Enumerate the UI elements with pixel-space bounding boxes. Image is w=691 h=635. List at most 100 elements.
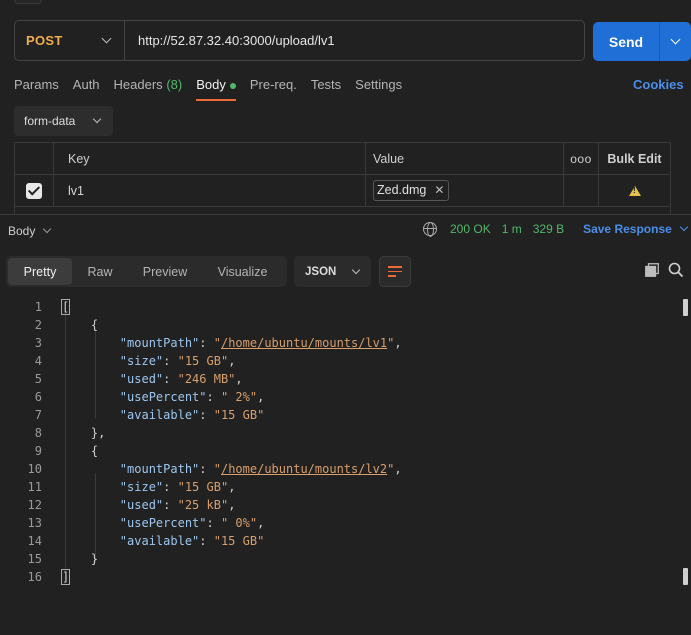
- save-response-button[interactable]: Save Response: [583, 222, 689, 236]
- response-section-select[interactable]: Body: [8, 224, 52, 238]
- enabled-checkbox[interactable]: [26, 182, 42, 199]
- chevron-down-icon: [92, 114, 102, 124]
- json-link[interactable]: /home/ubuntu/mounts/lv2: [221, 462, 387, 476]
- code-line: 4 "size": "15 GB",: [0, 352, 236, 370]
- header-check-cell: [15, 143, 54, 174]
- code-text: }: [62, 552, 99, 566]
- code-line: 2 {: [0, 316, 98, 334]
- send-options-button[interactable]: [660, 34, 691, 45]
- method-select[interactable]: POST: [15, 21, 125, 60]
- code-line: 1[: [0, 298, 71, 316]
- format-select[interactable]: JSON: [294, 256, 371, 287]
- code-line: 5 "used": "246 MB",: [0, 370, 243, 388]
- code-line: 3 "mountPath": "/home/ubuntu/mounts/lv1"…: [0, 334, 402, 352]
- json-string: "15 GB": [213, 408, 265, 422]
- code-line: 12 "used": "25 kB",: [0, 496, 236, 514]
- tab-auth[interactable]: Auth: [73, 77, 100, 101]
- header-key: Key: [54, 143, 366, 174]
- tab-visualize[interactable]: Visualize: [202, 258, 283, 285]
- chevron-down-icon: [679, 222, 689, 232]
- code-text: ]: [60, 568, 71, 586]
- json-key: "usePercent": [119, 516, 207, 530]
- globe-icon[interactable]: [423, 222, 437, 237]
- close-icon[interactable]: ✕: [434, 183, 444, 197]
- pane-divider[interactable]: [0, 214, 691, 215]
- response-size[interactable]: 329 B: [533, 222, 564, 236]
- json-key: "size": [119, 354, 164, 368]
- json-punct: :: [206, 516, 221, 530]
- line-number: 4: [34, 354, 42, 368]
- json-punct: :: [163, 354, 178, 368]
- response-time[interactable]: 1 m: [502, 222, 522, 236]
- tab-params[interactable]: Params: [14, 77, 59, 101]
- code-text: "mountPath": "/home/ubuntu/mounts/lv1",: [62, 334, 402, 352]
- code-text: "size": "15 GB",: [62, 478, 236, 496]
- row-check-cell: [15, 175, 54, 206]
- json-key: "usePercent": [119, 390, 207, 404]
- search-icon[interactable]: [668, 262, 684, 278]
- tab-raw[interactable]: Raw: [72, 258, 128, 285]
- json-string: " 2%": [220, 390, 258, 404]
- json-link[interactable]: /home/ubuntu/mounts/lv1: [221, 336, 387, 350]
- json-punct: ,: [257, 390, 265, 404]
- top-stub: [14, 0, 42, 4]
- tab-prerequest[interactable]: Pre-req.: [250, 77, 297, 101]
- row-spacer-cell: [564, 175, 599, 206]
- json-punct: ,: [228, 498, 236, 512]
- status-code[interactable]: 200 OK: [450, 222, 491, 236]
- json-string: "/home/ubuntu/mounts/lv1": [213, 336, 395, 350]
- chevron-down-icon: [351, 265, 361, 274]
- more-options-button[interactable]: ooo: [564, 143, 599, 174]
- warning-cell: [599, 175, 670, 206]
- copy-icon[interactable]: [645, 263, 659, 277]
- json-punct: :: [206, 390, 221, 404]
- tab-tests[interactable]: Tests: [311, 77, 341, 101]
- code-line: 8 },: [0, 424, 106, 442]
- json-string: "15 GB": [213, 534, 265, 548]
- table-header-row: Key Value ooo Bulk Edit: [15, 143, 670, 175]
- scrollbar-thumb[interactable]: [683, 299, 688, 316]
- json-string: "/home/ubuntu/mounts/lv2": [213, 462, 395, 476]
- response-code-viewer[interactable]: 1[2 {3 "mountPath": "/home/ubuntu/mounts…: [0, 297, 691, 597]
- cookies-link[interactable]: Cookies: [633, 77, 684, 92]
- bulk-edit-button[interactable]: Bulk Edit: [599, 143, 670, 174]
- line-number: 11: [27, 480, 42, 494]
- form-data-table: Key Value ooo Bulk Edit lv1 Zed.dmg ✕: [14, 142, 671, 214]
- code-text: {: [62, 318, 99, 332]
- save-response-label: Save Response: [583, 222, 672, 236]
- format-label: JSON: [305, 265, 337, 278]
- tab-label: Settings: [355, 77, 403, 92]
- code-text: "usePercent": " 2%",: [62, 388, 265, 406]
- line-number: 7: [34, 408, 42, 422]
- key-field[interactable]: lv1: [54, 175, 366, 206]
- tab-headers[interactable]: Headers (8): [114, 77, 183, 101]
- warning-icon[interactable]: [628, 185, 641, 196]
- code-text: },: [62, 426, 106, 440]
- line-number: 5: [34, 372, 42, 386]
- value-field[interactable]: Zed.dmg ✕: [366, 175, 564, 206]
- body-type-select[interactable]: form-data: [14, 106, 113, 136]
- scrollbar-thumb[interactable]: [683, 568, 688, 585]
- json-punct: :: [163, 498, 178, 512]
- json-punct: :: [163, 480, 178, 494]
- code-line: 11 "size": "15 GB",: [0, 478, 236, 496]
- json-key: "mountPath": [119, 462, 200, 476]
- tab-body[interactable]: Body: [196, 77, 236, 101]
- bracket-match: [: [60, 299, 71, 315]
- send-button-group: Send: [593, 22, 691, 61]
- code-line: 14 "available": "15 GB": [0, 532, 265, 550]
- url-input[interactable]: http://52.87.32.40:3000/upload/lv1: [125, 33, 335, 48]
- wrap-lines-button[interactable]: [379, 256, 411, 287]
- line-number: 3: [34, 336, 42, 350]
- json-punct: :: [199, 534, 214, 548]
- line-number: 9: [34, 444, 42, 458]
- chevron-down-icon: [101, 33, 112, 44]
- tab-preview[interactable]: Preview: [128, 258, 202, 285]
- json-punct: ,: [394, 336, 402, 350]
- tab-settings[interactable]: Settings: [355, 77, 402, 101]
- send-button[interactable]: Send: [593, 34, 659, 50]
- line-number: 8: [34, 426, 42, 440]
- line-number: 16: [27, 570, 42, 584]
- tab-pretty[interactable]: Pretty: [8, 258, 72, 285]
- line-number: 2: [34, 318, 42, 332]
